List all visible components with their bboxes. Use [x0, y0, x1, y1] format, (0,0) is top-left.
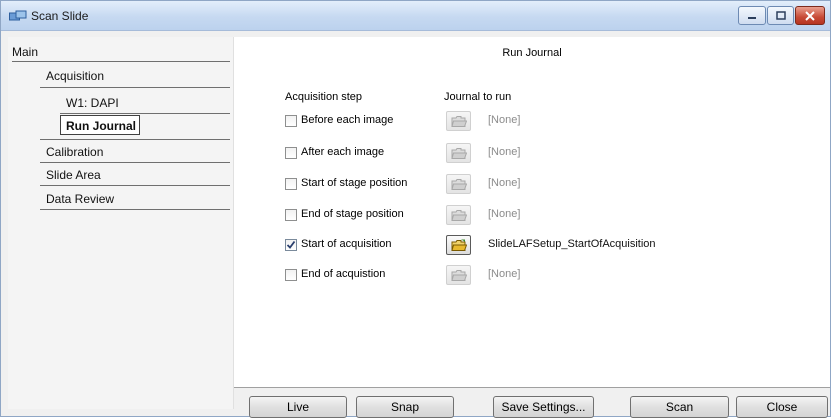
- browse-journal-button[interactable]: [446, 143, 471, 163]
- button-bar-divider: [234, 387, 830, 388]
- browse-journal-button[interactable]: [446, 111, 471, 131]
- navigation-tree: Main Acquisition W1: DAPI Run Journal Ca…: [8, 37, 234, 409]
- checkmark-icon: [286, 240, 296, 249]
- live-button[interactable]: Live: [249, 396, 347, 418]
- close-window-button[interactable]: [795, 6, 825, 25]
- browse-journal-button[interactable]: [446, 265, 471, 285]
- nav-item-run-journal[interactable]: Run Journal: [60, 115, 140, 135]
- close-icon: [805, 10, 815, 21]
- step-checkbox[interactable]: [285, 147, 297, 159]
- snap-button[interactable]: Snap: [356, 396, 454, 418]
- nav-item-label: Run Journal: [66, 119, 137, 133]
- app-icon: [9, 10, 27, 22]
- nav-item-slide-area[interactable]: Slide Area: [40, 164, 234, 184]
- journal-row: End of stage position [None]: [285, 205, 745, 227]
- nav-item-data-review[interactable]: Data Review: [40, 188, 234, 208]
- nav-item-calibration[interactable]: Calibration: [40, 141, 234, 161]
- nav-item-label: Slide Area: [46, 168, 101, 182]
- journal-row: End of acquistion [None]: [285, 265, 745, 287]
- journal-name: [None]: [488, 177, 521, 189]
- journal-name: [None]: [488, 268, 521, 280]
- nav-divider: [60, 113, 230, 114]
- column-header-acquisition-step: Acquisition step: [285, 91, 363, 103]
- step-label[interactable]: Start of acquisition: [301, 238, 392, 250]
- nav-item-label: Acquisition: [46, 69, 105, 83]
- journal-row: Start of stage position [None]: [285, 174, 745, 196]
- folder-icon: [450, 115, 467, 128]
- nav-item-acquisition[interactable]: Acquisition: [40, 65, 234, 85]
- step-checkbox[interactable]: [285, 209, 297, 221]
- journal-name: [None]: [488, 114, 521, 126]
- step-label[interactable]: End of acquistion: [301, 268, 385, 280]
- column-header-journal-to-run: Journal to run: [444, 91, 512, 103]
- step-checkbox[interactable]: [285, 178, 297, 190]
- folder-icon: [450, 178, 467, 191]
- folder-icon: [450, 209, 467, 222]
- window-title: Scan Slide: [31, 9, 89, 23]
- step-label[interactable]: After each image: [301, 146, 384, 158]
- maximize-button[interactable]: [767, 6, 794, 25]
- journal-name: [None]: [488, 208, 521, 220]
- step-checkbox[interactable]: [285, 239, 297, 251]
- panel-title: Run Journal: [502, 47, 562, 59]
- run-journal-panel: Run Journal Acquisition step Journal to …: [234, 37, 830, 387]
- scan-slide-window: Scan Slide Main Acquisition W1: DAPI Run…: [0, 0, 831, 418]
- browse-journal-button[interactable]: [446, 205, 471, 225]
- folder-icon: [450, 239, 467, 252]
- step-checkbox[interactable]: [285, 269, 297, 281]
- nav-divider: [40, 162, 230, 163]
- journal-row: Before each image [None]: [285, 111, 745, 133]
- nav-item-label: Calibration: [46, 145, 104, 159]
- nav-divider: [12, 61, 230, 62]
- folder-icon: [450, 147, 467, 160]
- nav-divider: [40, 209, 230, 210]
- journal-name: [None]: [488, 146, 521, 158]
- title-bar[interactable]: Scan Slide: [1, 1, 830, 31]
- folder-icon: [450, 269, 467, 282]
- step-label[interactable]: Before each image: [301, 114, 393, 126]
- nav-divider: [40, 87, 230, 88]
- close-button[interactable]: Close: [736, 396, 828, 418]
- nav-item-label: Data Review: [46, 192, 115, 206]
- nav-item-label: Main: [12, 45, 39, 59]
- save-settings-button[interactable]: Save Settings...: [493, 396, 594, 418]
- maximize-icon: [775, 11, 786, 20]
- journal-row: Start of acquisition SlideLAFSetup_StartO…: [285, 235, 745, 257]
- minimize-button[interactable]: [738, 6, 766, 25]
- nav-divider: [40, 185, 230, 186]
- nav-divider: [40, 139, 230, 140]
- browse-journal-button[interactable]: [446, 174, 471, 194]
- step-label[interactable]: End of stage position: [301, 208, 404, 220]
- step-label[interactable]: Start of stage position: [301, 177, 407, 189]
- journal-name: SlideLAFSetup_StartOfAcquisition: [488, 238, 656, 250]
- nav-item-label: W1: DAPI: [66, 96, 119, 110]
- step-checkbox[interactable]: [285, 115, 297, 127]
- nav-item-w1-dapi[interactable]: W1: DAPI: [60, 92, 234, 112]
- scan-button[interactable]: Scan: [630, 396, 729, 418]
- nav-item-main[interactable]: Main: [12, 41, 234, 61]
- browse-journal-button[interactable]: [446, 235, 471, 255]
- journal-row: After each image [None]: [285, 143, 745, 165]
- minimize-icon: [748, 16, 756, 19]
